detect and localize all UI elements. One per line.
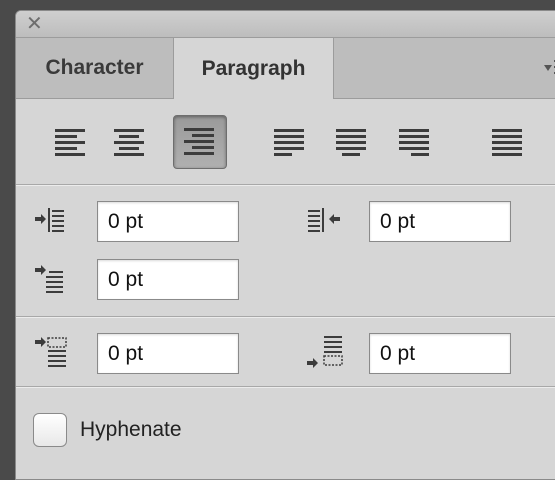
paragraph-panel: ✕ ‹‹ Character Paragraph bbox=[15, 10, 555, 480]
left-indent-field[interactable]: 0 pt bbox=[97, 201, 239, 242]
justify-last-left-icon bbox=[274, 129, 304, 156]
align-center-icon bbox=[114, 129, 144, 156]
first-line-indent-field[interactable]: 0 pt bbox=[97, 259, 239, 300]
justify-last-left-button[interactable] bbox=[271, 121, 309, 161]
hyphenate-label: Hyphenate bbox=[80, 418, 182, 441]
justify-last-right-button[interactable] bbox=[396, 121, 434, 161]
justify-all-button[interactable] bbox=[489, 121, 527, 161]
align-center-button[interactable] bbox=[111, 121, 149, 161]
alignment-toolbar bbox=[16, 99, 555, 184]
left-indent-icon bbox=[35, 208, 64, 232]
justify-last-center-button[interactable] bbox=[333, 121, 371, 161]
hyphenate-checkbox[interactable] bbox=[33, 413, 67, 447]
align-left-icon bbox=[55, 129, 85, 156]
close-icon[interactable]: ✕ bbox=[26, 13, 43, 35]
divider bbox=[16, 386, 555, 388]
panel-menu-icon[interactable] bbox=[542, 56, 555, 82]
first-line-indent-icon bbox=[35, 265, 63, 293]
align-right-icon bbox=[184, 128, 214, 155]
space-before-icon bbox=[35, 337, 67, 367]
right-indent-icon bbox=[308, 208, 340, 232]
divider bbox=[16, 184, 555, 186]
align-right-button[interactable] bbox=[173, 115, 227, 169]
divider bbox=[16, 316, 555, 318]
justify-last-center-icon bbox=[336, 129, 366, 156]
tab-paragraph[interactable]: Paragraph bbox=[174, 38, 334, 99]
panel-title-bar[interactable]: ✕ ‹‹ bbox=[16, 11, 555, 38]
space-before-field[interactable]: 0 pt bbox=[97, 333, 239, 374]
tab-character[interactable]: Character bbox=[16, 38, 174, 98]
justify-all-icon bbox=[492, 129, 522, 156]
tab-bar: Character Paragraph bbox=[16, 38, 555, 99]
align-left-button[interactable] bbox=[52, 121, 90, 161]
right-indent-field[interactable]: 0 pt bbox=[369, 201, 511, 242]
space-after-field[interactable]: 0 pt bbox=[369, 333, 511, 374]
space-after-icon bbox=[307, 336, 343, 368]
justify-last-right-icon bbox=[399, 129, 429, 156]
